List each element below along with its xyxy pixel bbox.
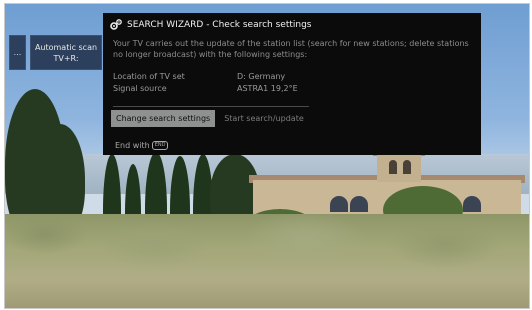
end-hint-label: End with [115,141,150,150]
dialog-divider [113,106,309,107]
side-menu-item-label: Automatic scan TV+R: [34,42,98,63]
setting-row-signal-source: Signal source ASTRA1 19,2°E [113,83,413,95]
dialog-title-bar: SEARCH WIZARD - Check search settings [109,17,475,33]
setting-label: Signal source [113,84,167,93]
bell-tower [377,154,421,182]
setting-row-location: Location of TV set D: Germany [113,71,413,83]
gear-icon [109,18,123,32]
foreground-shrubs [5,214,529,308]
side-menu-previous-item[interactable]: ... [9,35,26,70]
search-settings-list: Location of TV set D: Germany Signal sou… [113,71,413,95]
dialog-button-row: Change search settings Start search/upda… [111,109,307,127]
end-hint: End with END [115,141,169,150]
search-wizard-dialog: SEARCH WIZARD - Check search settings Yo… [103,13,481,155]
house-window [350,196,368,212]
dialog-title: SEARCH WIZARD - Check search settings [127,20,312,30]
change-search-settings-button[interactable]: Change search settings [111,109,216,127]
tower-window [403,160,411,174]
setting-value: D: Germany [237,72,286,81]
setting-label: Location of TV set [113,72,185,81]
tv-screen: ... Automatic scan TV+R: SEARCH WIZARD -… [4,3,530,309]
house-window [463,196,481,212]
start-search-button[interactable]: Start search/update [221,110,307,127]
dialog-description: Your TV carries out the update of the st… [113,39,469,59]
side-menu-automatic-scan[interactable]: Automatic scan TV+R: [30,35,102,70]
setting-value: ASTRA1 19,2°E [237,84,298,93]
side-menu-stub-label: ... [13,48,22,57]
tower-window [389,160,397,174]
end-key-icon: END [151,141,169,150]
house-window [330,196,348,212]
